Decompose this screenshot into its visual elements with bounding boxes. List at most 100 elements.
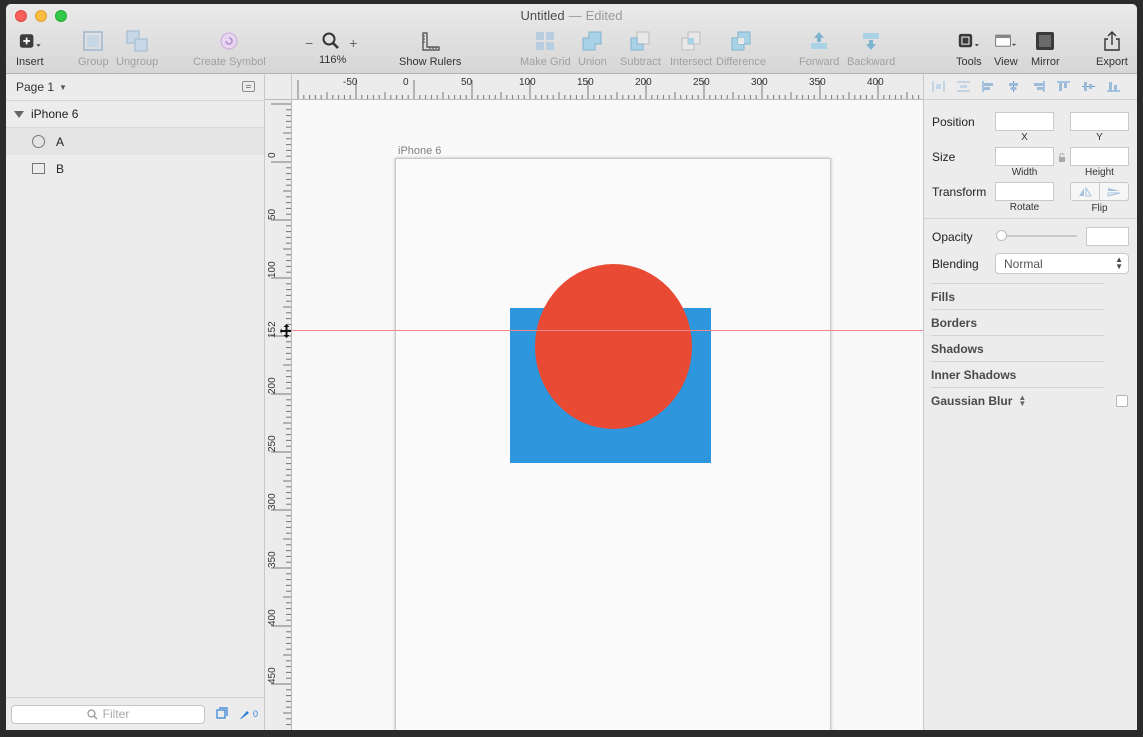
zoom-magnifier-icon[interactable] bbox=[322, 32, 340, 53]
window-title: Untitled — Edited bbox=[6, 8, 1137, 23]
height-label: Height bbox=[1085, 167, 1114, 178]
layer-artboard-iphone-6[interactable]: iPhone 6 bbox=[6, 101, 264, 128]
forward-label: Forward bbox=[799, 56, 840, 68]
slice-count: 0 bbox=[253, 709, 259, 719]
insert-button[interactable]: Insert bbox=[16, 30, 44, 68]
union-button[interactable]: Union bbox=[578, 30, 607, 68]
width-label: Width bbox=[1011, 167, 1038, 178]
bring-forward-icon bbox=[808, 30, 830, 52]
disclosure-triangle-icon[interactable] bbox=[14, 110, 24, 118]
fills-section[interactable]: Fills bbox=[931, 283, 1104, 309]
tools-label: Tools bbox=[956, 56, 982, 68]
create-symbol-label: Create Symbol bbox=[193, 56, 266, 68]
gaussian-blur-section[interactable]: Gaussian Blur ▲ ▼ bbox=[931, 387, 1104, 413]
view-button[interactable]: View bbox=[994, 30, 1018, 68]
width-field[interactable] bbox=[995, 147, 1054, 166]
flip-horizontal-icon[interactable] bbox=[1071, 183, 1099, 200]
symbol-icon bbox=[218, 30, 240, 52]
position-x-field[interactable] bbox=[995, 112, 1054, 131]
align-left-icon[interactable] bbox=[982, 81, 995, 92]
intersect-label: Intersect bbox=[670, 56, 713, 68]
tools-button[interactable]: Tools bbox=[956, 30, 982, 68]
artboard-title[interactable]: iPhone 6 bbox=[398, 145, 441, 157]
subtract-button[interactable]: Subtract bbox=[620, 30, 661, 68]
flip-vertical-icon[interactable] bbox=[1099, 183, 1128, 200]
zoom-in-button[interactable]: + bbox=[349, 35, 357, 51]
flip-control[interactable] bbox=[1070, 182, 1129, 201]
align-vertical-center-icon[interactable] bbox=[1082, 81, 1095, 92]
backward-button[interactable]: Backward bbox=[847, 30, 895, 68]
rotate-label: Rotate bbox=[1009, 202, 1040, 213]
vertical-ruler[interactable]: 0 50 100 152 200 250 300 350 400 450 bbox=[265, 100, 292, 730]
oval-a[interactable] bbox=[535, 264, 692, 429]
document-name: Untitled bbox=[520, 8, 565, 23]
intersect-button[interactable]: Intersect bbox=[670, 30, 712, 68]
layer-item-b[interactable]: B bbox=[6, 155, 264, 182]
show-rulers-button[interactable]: Show Rulers bbox=[399, 30, 461, 68]
symbols-filter-icon[interactable] bbox=[216, 706, 228, 722]
page-selector[interactable]: Page 1 ▼ bbox=[6, 74, 264, 101]
rectangle-layer-icon bbox=[32, 163, 45, 174]
make-grid-button[interactable]: Make Grid bbox=[520, 30, 571, 68]
inner-shadows-section[interactable]: Inner Shadows bbox=[931, 361, 1104, 387]
h-ruler-label: 400 bbox=[867, 77, 884, 88]
export-label: Export bbox=[1096, 56, 1128, 68]
blur-type-stepper-icon[interactable]: ▲ ▼ bbox=[1018, 393, 1026, 407]
align-right-icon[interactable] bbox=[1032, 81, 1045, 92]
horizontal-ruler[interactable]: -50 0 50 100 150 200 250 300 350 400 bbox=[292, 74, 923, 100]
difference-button[interactable]: Difference bbox=[716, 30, 766, 68]
create-symbol-button[interactable]: Create Symbol bbox=[193, 30, 266, 68]
mirror-label: Mirror bbox=[1031, 56, 1060, 68]
guide-move-cursor-icon bbox=[280, 323, 291, 342]
inspector-panel: Position X Y Size Width Height Transform… bbox=[923, 74, 1137, 730]
ungroup-button[interactable]: Ungroup bbox=[116, 30, 158, 68]
height-field[interactable] bbox=[1070, 147, 1129, 166]
h-ruler-label: 100 bbox=[519, 77, 536, 88]
distribute-vertical-icon[interactable] bbox=[957, 81, 970, 92]
shadows-label: Shadows bbox=[931, 341, 984, 356]
subtract-icon bbox=[629, 30, 651, 52]
v-ruler-label: 0 bbox=[267, 152, 278, 158]
opacity-slider-knob[interactable] bbox=[996, 230, 1007, 241]
rotate-field[interactable] bbox=[995, 182, 1054, 201]
shadows-section[interactable]: Shadows bbox=[931, 335, 1104, 361]
divider bbox=[924, 218, 1137, 219]
app-window: Untitled — Edited Insert Group Ungroup Cre… bbox=[6, 4, 1137, 730]
v-ruler-label: 400 bbox=[267, 609, 278, 626]
group-button[interactable]: Group bbox=[78, 30, 109, 68]
h-ruler-label: 0 bbox=[403, 77, 409, 88]
blending-value: Normal bbox=[1004, 256, 1043, 271]
gaussian-blur-checkbox[interactable] bbox=[1116, 395, 1128, 407]
layer-item-label: A bbox=[56, 134, 65, 149]
show-rulers-label: Show Rulers bbox=[399, 56, 462, 68]
opacity-slider-track[interactable] bbox=[1001, 235, 1077, 237]
v-ruler-label: 200 bbox=[267, 377, 278, 394]
fills-label: Fills bbox=[931, 289, 956, 304]
flip-label: Flip bbox=[1091, 203, 1108, 214]
horizontal-guide[interactable] bbox=[292, 330, 923, 331]
distribute-horizontal-icon[interactable] bbox=[932, 81, 945, 92]
transform-label: Transform bbox=[932, 185, 987, 199]
slices-filter[interactable]: 0 bbox=[239, 708, 258, 720]
union-label: Union bbox=[578, 56, 607, 68]
canvas[interactable]: iPhone 6 bbox=[292, 100, 923, 730]
layer-item-a[interactable]: A bbox=[6, 128, 264, 155]
page-menu-icon[interactable] bbox=[242, 81, 255, 92]
lock-proportions-icon[interactable] bbox=[1058, 151, 1066, 165]
borders-label: Borders bbox=[931, 315, 978, 330]
align-top-icon[interactable] bbox=[1057, 81, 1070, 92]
export-button[interactable]: Export bbox=[1096, 30, 1128, 68]
position-y-label: Y bbox=[1096, 132, 1103, 143]
mirror-button[interactable]: Mirror bbox=[1031, 30, 1060, 68]
align-horizontal-center-icon[interactable] bbox=[1007, 81, 1020, 92]
position-y-field[interactable] bbox=[1070, 112, 1129, 131]
blending-select[interactable]: Normal ▲ ▼ bbox=[995, 253, 1129, 274]
forward-button[interactable]: Forward bbox=[799, 30, 839, 68]
opacity-field[interactable] bbox=[1086, 227, 1129, 246]
filter-placeholder: Filter bbox=[102, 707, 130, 721]
align-bottom-icon[interactable] bbox=[1107, 81, 1120, 92]
filter-input[interactable]: Filter bbox=[11, 704, 205, 724]
borders-section[interactable]: Borders bbox=[931, 309, 1104, 335]
layer-item-label: B bbox=[56, 161, 65, 176]
zoom-out-button[interactable]: − bbox=[305, 35, 313, 51]
